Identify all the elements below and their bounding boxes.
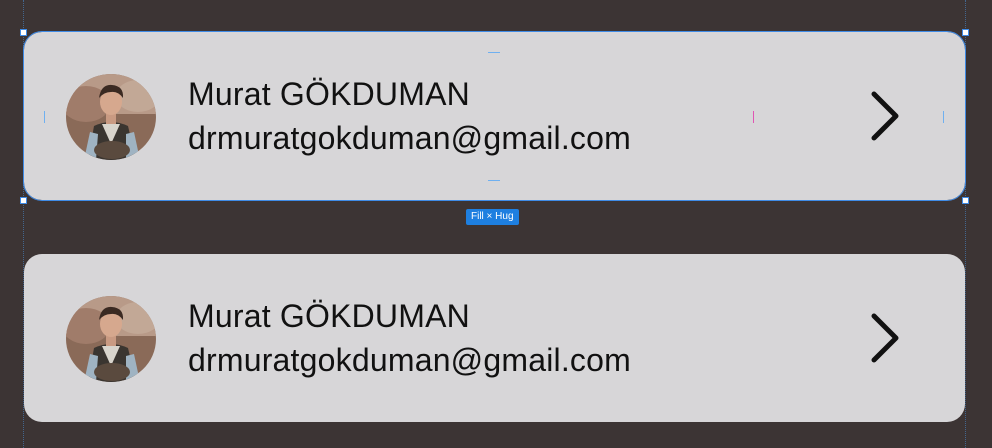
padding-bottom-indicator[interactable] (488, 180, 500, 181)
contact-name: Murat GÖKDUMAN (188, 298, 470, 334)
avatar (66, 296, 156, 382)
design-canvas: Murat GÖKDUMAN drmuratgokduman@gmail.com… (0, 0, 992, 448)
chevron-right-icon[interactable] (870, 90, 900, 142)
resize-handle-bottom-left[interactable] (20, 197, 27, 204)
gap-indicator[interactable] (753, 111, 754, 123)
contact-name: Murat GÖKDUMAN (188, 76, 470, 112)
avatar (66, 74, 156, 160)
padding-left-indicator[interactable] (44, 111, 45, 123)
contact-email: drmuratgokduman@gmail.com (188, 342, 631, 378)
resize-handle-bottom-right[interactable] (962, 197, 969, 204)
resize-handle-top-left[interactable] (20, 29, 27, 36)
profile-card-1[interactable]: Murat GÖKDUMAN drmuratgokduman@gmail.com (23, 31, 966, 201)
chevron-right-icon[interactable] (870, 312, 900, 364)
size-mode-badge[interactable]: Fill × Hug (466, 209, 519, 225)
contact-email: drmuratgokduman@gmail.com (188, 120, 631, 156)
frame-guide-right (965, 0, 966, 448)
padding-right-indicator[interactable] (943, 111, 944, 123)
avatar-photo (66, 296, 156, 382)
resize-handle-top-right[interactable] (962, 29, 969, 36)
profile-card-2[interactable]: Murat GÖKDUMAN drmuratgokduman@gmail.com (24, 254, 965, 422)
padding-top-indicator[interactable] (488, 52, 500, 53)
avatar-photo (66, 74, 156, 160)
